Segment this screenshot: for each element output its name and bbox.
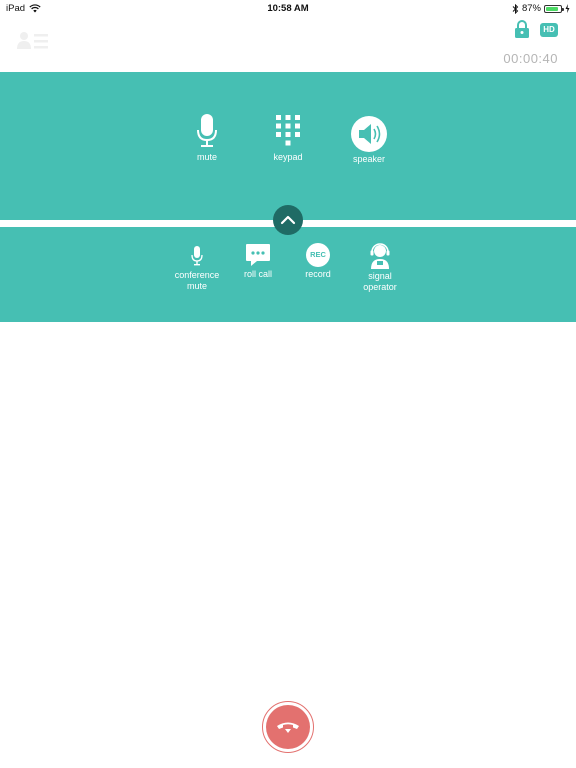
speaker-icon (351, 116, 387, 152)
lock-icon (515, 20, 529, 38)
mute-button[interactable]: mute (187, 114, 227, 163)
signal-operator-label: signal operator (363, 271, 397, 292)
mute-label: mute (196, 152, 217, 162)
hangup-button[interactable] (262, 701, 314, 753)
roll-call-button[interactable]: roll call (232, 243, 284, 280)
microphone-icon (197, 114, 217, 147)
signal-operator-button[interactable]: signal operator (354, 242, 406, 292)
battery-percent: 87% (521, 3, 541, 14)
keypad-grid-icon (276, 115, 300, 146)
hangup-button-inner (266, 705, 310, 749)
chevron-up-icon (280, 215, 296, 225)
chat-bubble-icon (246, 244, 270, 266)
secondary-controls-panel (0, 227, 576, 322)
speaker-button[interactable]: speaker (344, 115, 394, 165)
rec-icon-text: REC (310, 250, 326, 259)
small-microphone-icon (191, 246, 203, 266)
keypad-button[interactable]: keypad (266, 114, 310, 163)
status-bar: iPad 10:58 AM 87% (0, 0, 576, 16)
roll-call-label: roll call (243, 269, 272, 279)
rec-icon: REC (306, 243, 330, 267)
phone-hangup-icon (277, 722, 299, 733)
battery-fill (546, 6, 559, 11)
record-button[interactable]: REC record (294, 243, 342, 280)
headset-operator-icon (370, 243, 390, 269)
contacts-button[interactable] (16, 30, 50, 52)
battery-icon (544, 4, 564, 13)
keypad-label: keypad (273, 152, 303, 162)
bluetooth-icon (512, 3, 519, 14)
contacts-list-icon (17, 32, 48, 49)
call-timer: 00:00:40 (503, 51, 558, 66)
conference-mute-label: conference mute (174, 270, 220, 291)
speaker-label: speaker (352, 154, 386, 164)
conference-mute-button[interactable]: conference mute (167, 246, 227, 291)
status-time: 10:58 AM (267, 3, 309, 14)
charging-icon (565, 4, 570, 13)
record-label: record (305, 269, 331, 279)
collapse-button[interactable] (273, 205, 303, 235)
hd-badge: HD (540, 23, 558, 37)
